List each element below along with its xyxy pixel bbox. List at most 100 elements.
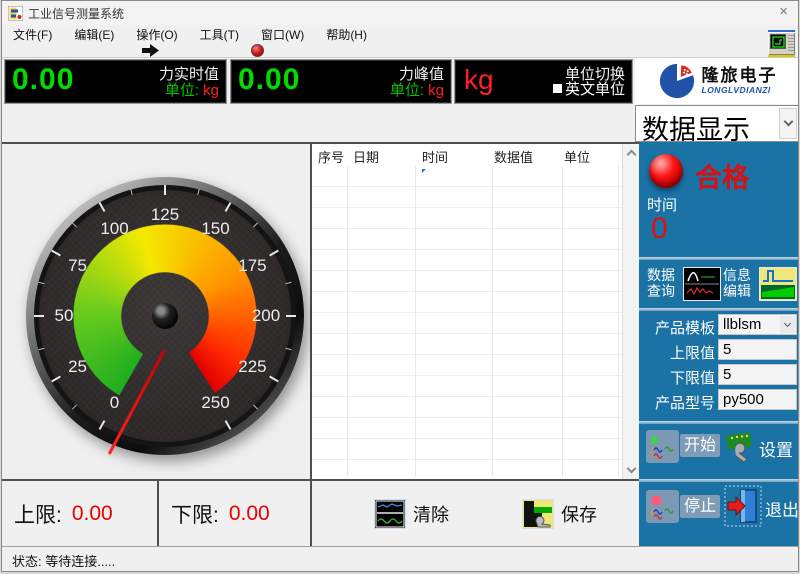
chevron-down-icon[interactable] (780, 316, 795, 333)
pass-label: 合格 (695, 156, 749, 195)
upper-limit-field[interactable]: 5 (718, 339, 797, 360)
model-field[interactable]: py500 (718, 389, 797, 410)
chevron-down-icon[interactable] (779, 108, 797, 139)
clear-icon (374, 499, 406, 529)
lower-limit-value: 0.00 (229, 502, 270, 526)
realtime-unit-label: 单位: (165, 82, 199, 99)
realtime-unit: kg (203, 82, 219, 99)
info-edit-button[interactable]: 信息 编辑 (723, 267, 751, 299)
save-icon (522, 499, 554, 529)
lower-limit-label: 下限值 (639, 367, 715, 388)
product-section: 产品模板 llblsm 上限值 5 下限值 5 产品型号 py500 (639, 311, 799, 421)
exit-icon[interactable] (724, 485, 762, 527)
app-window: 工业信号测量系统 × 文件(F) 编辑(E) 操作(O) 工具(T) 窗口(W)… (1, 0, 799, 572)
table-row[interactable] (312, 376, 622, 397)
english-unit-label: 英文单位 (565, 78, 625, 99)
table-row[interactable] (312, 250, 622, 271)
table-row[interactable] (312, 460, 622, 481)
english-unit-checkbox[interactable] (553, 84, 562, 93)
svg-text:{: { (649, 508, 655, 519)
data-query-button[interactable]: 数据 查询 (647, 267, 675, 299)
clear-button[interactable]: 清除 (374, 481, 449, 546)
close-icon[interactable]: × (779, 4, 788, 20)
data-table: 序号 日期 时间 数据值 单位 (312, 142, 639, 479)
table-body (312, 166, 622, 479)
unit-switch-display: kg 单位切换 英文单位 (454, 59, 633, 104)
settings-button[interactable]: 设置 (759, 436, 793, 461)
status-bar: 状态: 等待连接..... (2, 546, 798, 572)
template-label: 产品模板 (639, 317, 715, 338)
lower-limit-field[interactable]: 5 (718, 364, 797, 385)
col-index: 序号 (318, 147, 344, 166)
save-button[interactable]: 保存 (522, 481, 597, 546)
time-value: 0 (651, 212, 668, 246)
record-stop-icon[interactable] (251, 44, 264, 57)
run-arrow-icon[interactable] (142, 44, 159, 57)
col-time: 时间 (422, 147, 448, 166)
status-text: 状态: 等待连接..... (12, 551, 115, 570)
lower-limit-caption: 下限: (171, 499, 219, 529)
control-panel: 合格 时间 0 数据 查询 信息 编辑 (639, 142, 799, 546)
table-row[interactable] (312, 229, 622, 250)
peak-value: 0.00 (238, 63, 300, 97)
lower-limit-display: 下限: 0.00 (159, 481, 312, 546)
scroll-down-icon[interactable] (627, 464, 637, 474)
force-gauge: 0255075100125150175200225250 (26, 177, 304, 455)
menu-file[interactable]: 文件(F) (2, 26, 63, 43)
table-row[interactable] (312, 208, 622, 229)
svg-text:{: { (649, 447, 655, 458)
template-dropdown[interactable]: llblsm (718, 314, 797, 335)
upper-limit-caption: 上限: (14, 499, 62, 529)
info-edit-icon[interactable] (759, 267, 797, 301)
save-label: 保存 (561, 501, 597, 527)
menu-bar: 文件(F) 编辑(E) 操作(O) 工具(T) 窗口(W) 帮助(H) (2, 25, 798, 43)
peak-unit: kg (428, 82, 444, 99)
menu-tools[interactable]: 工具(T) (189, 26, 250, 43)
data-query-icon[interactable] (683, 267, 721, 301)
upper-limit-value: 0.00 (72, 502, 113, 526)
stop-button[interactable]: 停止 (680, 495, 720, 518)
upper-limit-display: 上限: 0.00 (2, 481, 159, 546)
realtime-display: 0.00 力实时值 单位: kg (4, 59, 227, 104)
brand-latin: LONGLVDIANZI (702, 86, 778, 95)
toolbar (2, 43, 798, 58)
table-row[interactable] (312, 292, 622, 313)
scroll-up-icon[interactable] (627, 150, 637, 160)
clear-label: 清除 (413, 501, 449, 527)
menu-help[interactable]: 帮助(H) (315, 26, 378, 43)
table-row[interactable] (312, 187, 622, 208)
menu-window[interactable]: 窗口(W) (250, 26, 315, 43)
table-row[interactable] (312, 418, 622, 439)
cell-cursor (422, 169, 426, 173)
panel-view-icon[interactable] (768, 30, 795, 57)
status-led (649, 154, 683, 188)
brand-name: 隆旅电子 (702, 67, 778, 84)
col-date: 日期 (353, 147, 379, 166)
settings-icon[interactable] (725, 431, 755, 461)
menu-edit[interactable]: 编辑(E) (63, 26, 125, 43)
col-value: 数据值 (494, 147, 533, 166)
peak-unit-label: 单位: (390, 82, 424, 99)
table-row[interactable] (312, 166, 622, 187)
gauge-hub (152, 303, 178, 329)
table-row[interactable] (312, 313, 622, 334)
limits-bar: 上限: 0.00 下限: 0.00 清除 保 (2, 479, 639, 546)
query-edit-section: 数据 查询 信息 编辑 (639, 260, 799, 308)
stop-exit-section: { 停止 退出 (639, 482, 799, 546)
brand-logo-icon (658, 62, 696, 100)
stop-icon[interactable]: { (646, 490, 679, 523)
peak-display: 0.00 力峰值 单位: kg (230, 59, 452, 104)
table-row[interactable] (312, 334, 622, 355)
table-row[interactable] (312, 439, 622, 460)
table-row[interactable] (312, 397, 622, 418)
table-row[interactable] (312, 271, 622, 292)
table-row[interactable] (312, 355, 622, 376)
menu-operate[interactable]: 操作(O) (125, 26, 188, 43)
exit-button[interactable]: 退出 (765, 496, 799, 521)
view-selector[interactable]: 数据显示 (635, 105, 799, 142)
table-scrollbar[interactable] (622, 144, 639, 479)
start-button[interactable]: 开始 (680, 434, 720, 457)
upper-limit-label: 上限值 (639, 342, 715, 363)
realtime-value: 0.00 (12, 63, 74, 97)
start-icon[interactable]: { (646, 430, 679, 463)
